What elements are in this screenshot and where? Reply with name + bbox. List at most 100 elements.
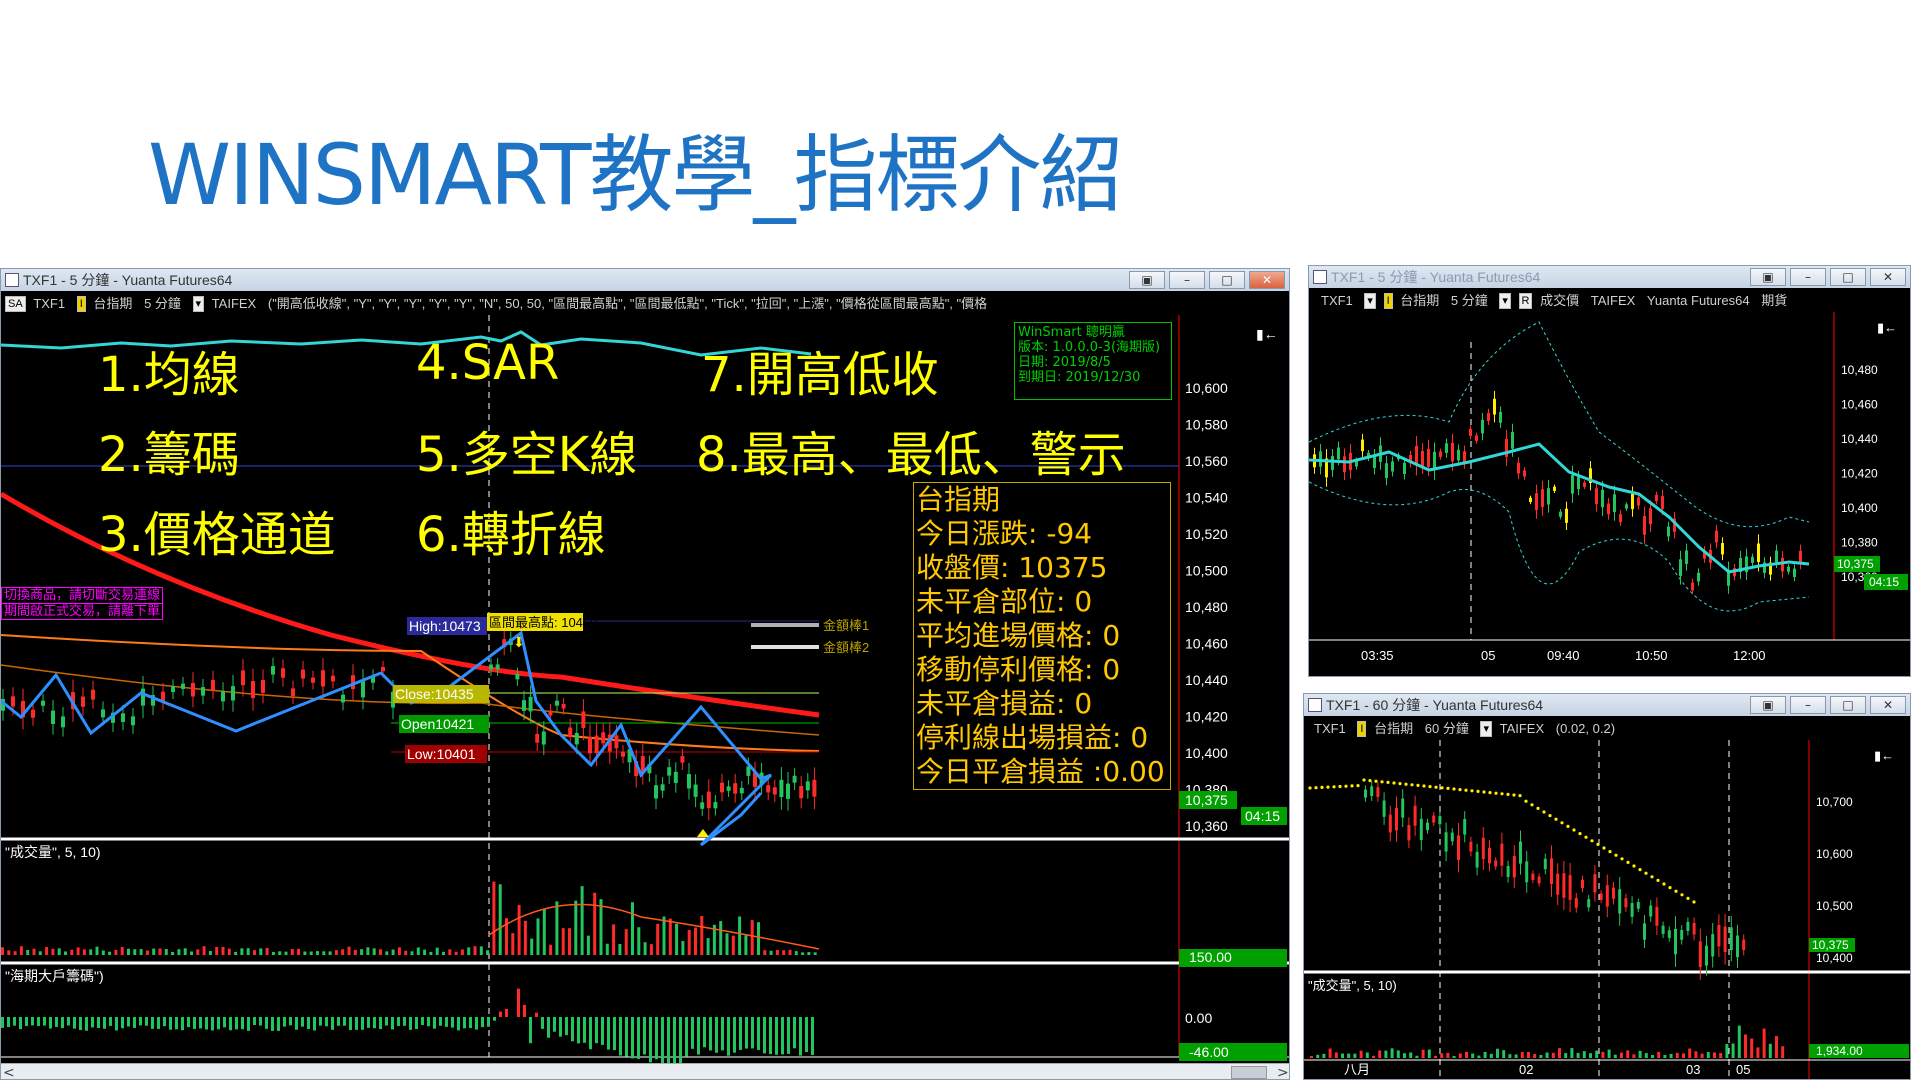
volume-bar bbox=[706, 938, 710, 955]
br-candle-body bbox=[1376, 787, 1380, 797]
close-button[interactable]: ✕ bbox=[1870, 696, 1906, 714]
maximize-button[interactable]: □ bbox=[1830, 268, 1866, 286]
tr-candle-body bbox=[1571, 475, 1574, 494]
volume-bar bbox=[719, 921, 723, 955]
tr-window-titlebar[interactable]: TXF1 - 5 分鐘 - Yuanta Futures64 ▣ – □ ✕ bbox=[1309, 266, 1910, 288]
screenshot-button[interactable]: ▣ bbox=[1129, 271, 1165, 289]
indicator-chip[interactable]: I bbox=[76, 295, 86, 312]
tr-candle-body bbox=[1469, 428, 1472, 436]
br-volume-bar bbox=[1396, 1050, 1400, 1058]
br-candle-body bbox=[1488, 847, 1491, 864]
interval-dropdown-icon[interactable]: ▾ bbox=[1480, 720, 1492, 737]
br-volume-bar bbox=[1644, 1053, 1648, 1058]
symbol-label[interactable]: TXF1 bbox=[1314, 721, 1346, 736]
br-volume-bar bbox=[1638, 1050, 1642, 1058]
sar-dot bbox=[1596, 842, 1600, 846]
chip-bar bbox=[541, 1017, 544, 1029]
maximize-button[interactable]: □ bbox=[1209, 271, 1245, 289]
maximize-button[interactable]: □ bbox=[1830, 696, 1866, 714]
screenshot-button[interactable]: ▣ bbox=[1750, 696, 1786, 714]
indicator-chip[interactable]: I bbox=[1357, 720, 1367, 737]
volume-bar bbox=[668, 918, 672, 955]
br-window-titlebar[interactable]: TXF1 - 60 分鐘 - Yuanta Futures64 ▣ – □ ✕ bbox=[1304, 694, 1910, 716]
minimize-button[interactable]: – bbox=[1790, 696, 1826, 714]
interval-label[interactable]: 5 分鐘 bbox=[144, 296, 181, 311]
br-volume-bar bbox=[1613, 1054, 1617, 1058]
chip-bar bbox=[517, 988, 520, 1017]
indicator-chip[interactable]: I bbox=[1383, 292, 1393, 309]
interval-label[interactable]: 60 分鐘 bbox=[1425, 721, 1469, 736]
tr-candle-body bbox=[1517, 462, 1520, 474]
br-volume-bar bbox=[1452, 1055, 1456, 1058]
volume-bar bbox=[101, 950, 105, 955]
chip-bar bbox=[715, 1017, 718, 1053]
main-price-tick-1: 10,580 bbox=[1185, 417, 1228, 433]
info-panel: 台指期 今日漲跌: -94 收盤價: 10375 未平倉部位: 0 平均進場價格… bbox=[913, 482, 1171, 790]
kind-label: 期貨 bbox=[1761, 292, 1788, 308]
scroll-left-icon[interactable]: < bbox=[3, 1064, 15, 1079]
br-candle-body bbox=[1581, 879, 1584, 889]
interval-dropdown-icon[interactable]: ▾ bbox=[192, 295, 205, 312]
tr-panel-menu-icon[interactable]: ▮← bbox=[1877, 320, 1897, 335]
candle-body bbox=[311, 677, 315, 683]
main-scrollbar[interactable]: < > bbox=[1, 1063, 1289, 1079]
main-window-titlebar[interactable]: TXF1 - 5 分鐘 - Yuanta Futures64 ▣ – □ ✕ bbox=[1, 269, 1289, 291]
volume-bar bbox=[599, 899, 603, 955]
tr-candle-body bbox=[1421, 450, 1424, 467]
close-button[interactable]: ✕ bbox=[1249, 271, 1285, 289]
br-chart-svg[interactable]: 10,700 10,600 10,500 10,400 10,375 ▮← "成交量"… bbox=[1304, 740, 1911, 1080]
candle-body bbox=[291, 688, 295, 697]
screenshot-button[interactable]: ▣ bbox=[1750, 268, 1786, 286]
br-volume-bar bbox=[1533, 1054, 1537, 1058]
candle-body bbox=[522, 700, 526, 711]
symbol-label[interactable]: TXF1 bbox=[1321, 293, 1353, 308]
br-candle-body bbox=[1723, 926, 1727, 952]
chip-bar bbox=[655, 1017, 658, 1060]
main-chart-window[interactable]: TXF1 - 5 分鐘 - Yuanta Futures64 ▣ – □ ✕ S… bbox=[0, 268, 1290, 1080]
br-panel-menu-icon[interactable]: ▮← bbox=[1874, 748, 1894, 763]
symbol-dropdown-icon[interactable]: ▾ bbox=[1364, 292, 1376, 309]
sar-dot bbox=[1662, 882, 1666, 886]
interval-label[interactable]: 5 分鐘 bbox=[1451, 293, 1488, 308]
chip-bar bbox=[271, 1017, 274, 1031]
br-candle-body bbox=[1475, 851, 1479, 868]
br-candle-body bbox=[1395, 807, 1398, 831]
br-volume-bar bbox=[1558, 1048, 1561, 1058]
panel-menu-icon[interactable]: ▮← bbox=[1256, 326, 1278, 342]
br-volume-bar bbox=[1750, 1038, 1754, 1058]
tr-candle-body bbox=[1403, 462, 1406, 474]
exchange-label: TAIFEX bbox=[211, 295, 257, 311]
minimize-button[interactable]: – bbox=[1169, 271, 1205, 289]
volume-bar bbox=[763, 950, 767, 955]
volume-bar bbox=[442, 951, 445, 955]
tr-chart-window[interactable]: TXF1 - 5 分鐘 - Yuanta Futures64 ▣ – □ ✕ T… bbox=[1308, 265, 1911, 677]
candle-body bbox=[779, 779, 784, 798]
interval-dropdown-icon[interactable]: ▾ bbox=[1499, 292, 1511, 309]
scroll-thumb[interactable] bbox=[1231, 1066, 1267, 1079]
volume-bar bbox=[379, 949, 382, 955]
close-button[interactable]: ✕ bbox=[1870, 268, 1906, 286]
main-window-title: TXF1 - 5 分鐘 - Yuanta Futures64 bbox=[23, 272, 233, 288]
br-candle-body bbox=[1587, 899, 1591, 908]
market-label: 台指期 bbox=[1400, 292, 1440, 308]
chip-bar bbox=[73, 1017, 76, 1029]
volume-bar bbox=[454, 951, 458, 955]
volume-axis-tag: 150.00 bbox=[1189, 949, 1232, 965]
chip-bar bbox=[637, 1017, 640, 1059]
tr-candle-body bbox=[1757, 543, 1760, 563]
chip-bar bbox=[139, 1017, 142, 1026]
tr-chart-svg[interactable]: 10,480 10,460 10,440 10,420 10,400 10,380 10,3… bbox=[1309, 312, 1911, 677]
sar-dot bbox=[1464, 788, 1468, 792]
chip-bar bbox=[241, 1017, 244, 1030]
strategy-chip[interactable]: SA bbox=[5, 295, 26, 312]
tr-candle-body bbox=[1361, 439, 1364, 452]
symbol-label[interactable]: TXF1 bbox=[33, 296, 65, 311]
br-chart-window[interactable]: TXF1 - 60 分鐘 - Yuanta Futures64 ▣ – □ ✕ … bbox=[1303, 693, 1911, 1080]
volume-bar bbox=[171, 951, 175, 955]
scroll-right-icon[interactable]: > bbox=[1277, 1064, 1289, 1079]
br-candle-body bbox=[1500, 843, 1504, 866]
minimize-button[interactable]: – bbox=[1790, 268, 1826, 286]
r-chip[interactable]: R bbox=[1518, 292, 1533, 309]
volume-bar bbox=[492, 881, 496, 955]
br-volume-bar bbox=[1502, 1050, 1506, 1058]
